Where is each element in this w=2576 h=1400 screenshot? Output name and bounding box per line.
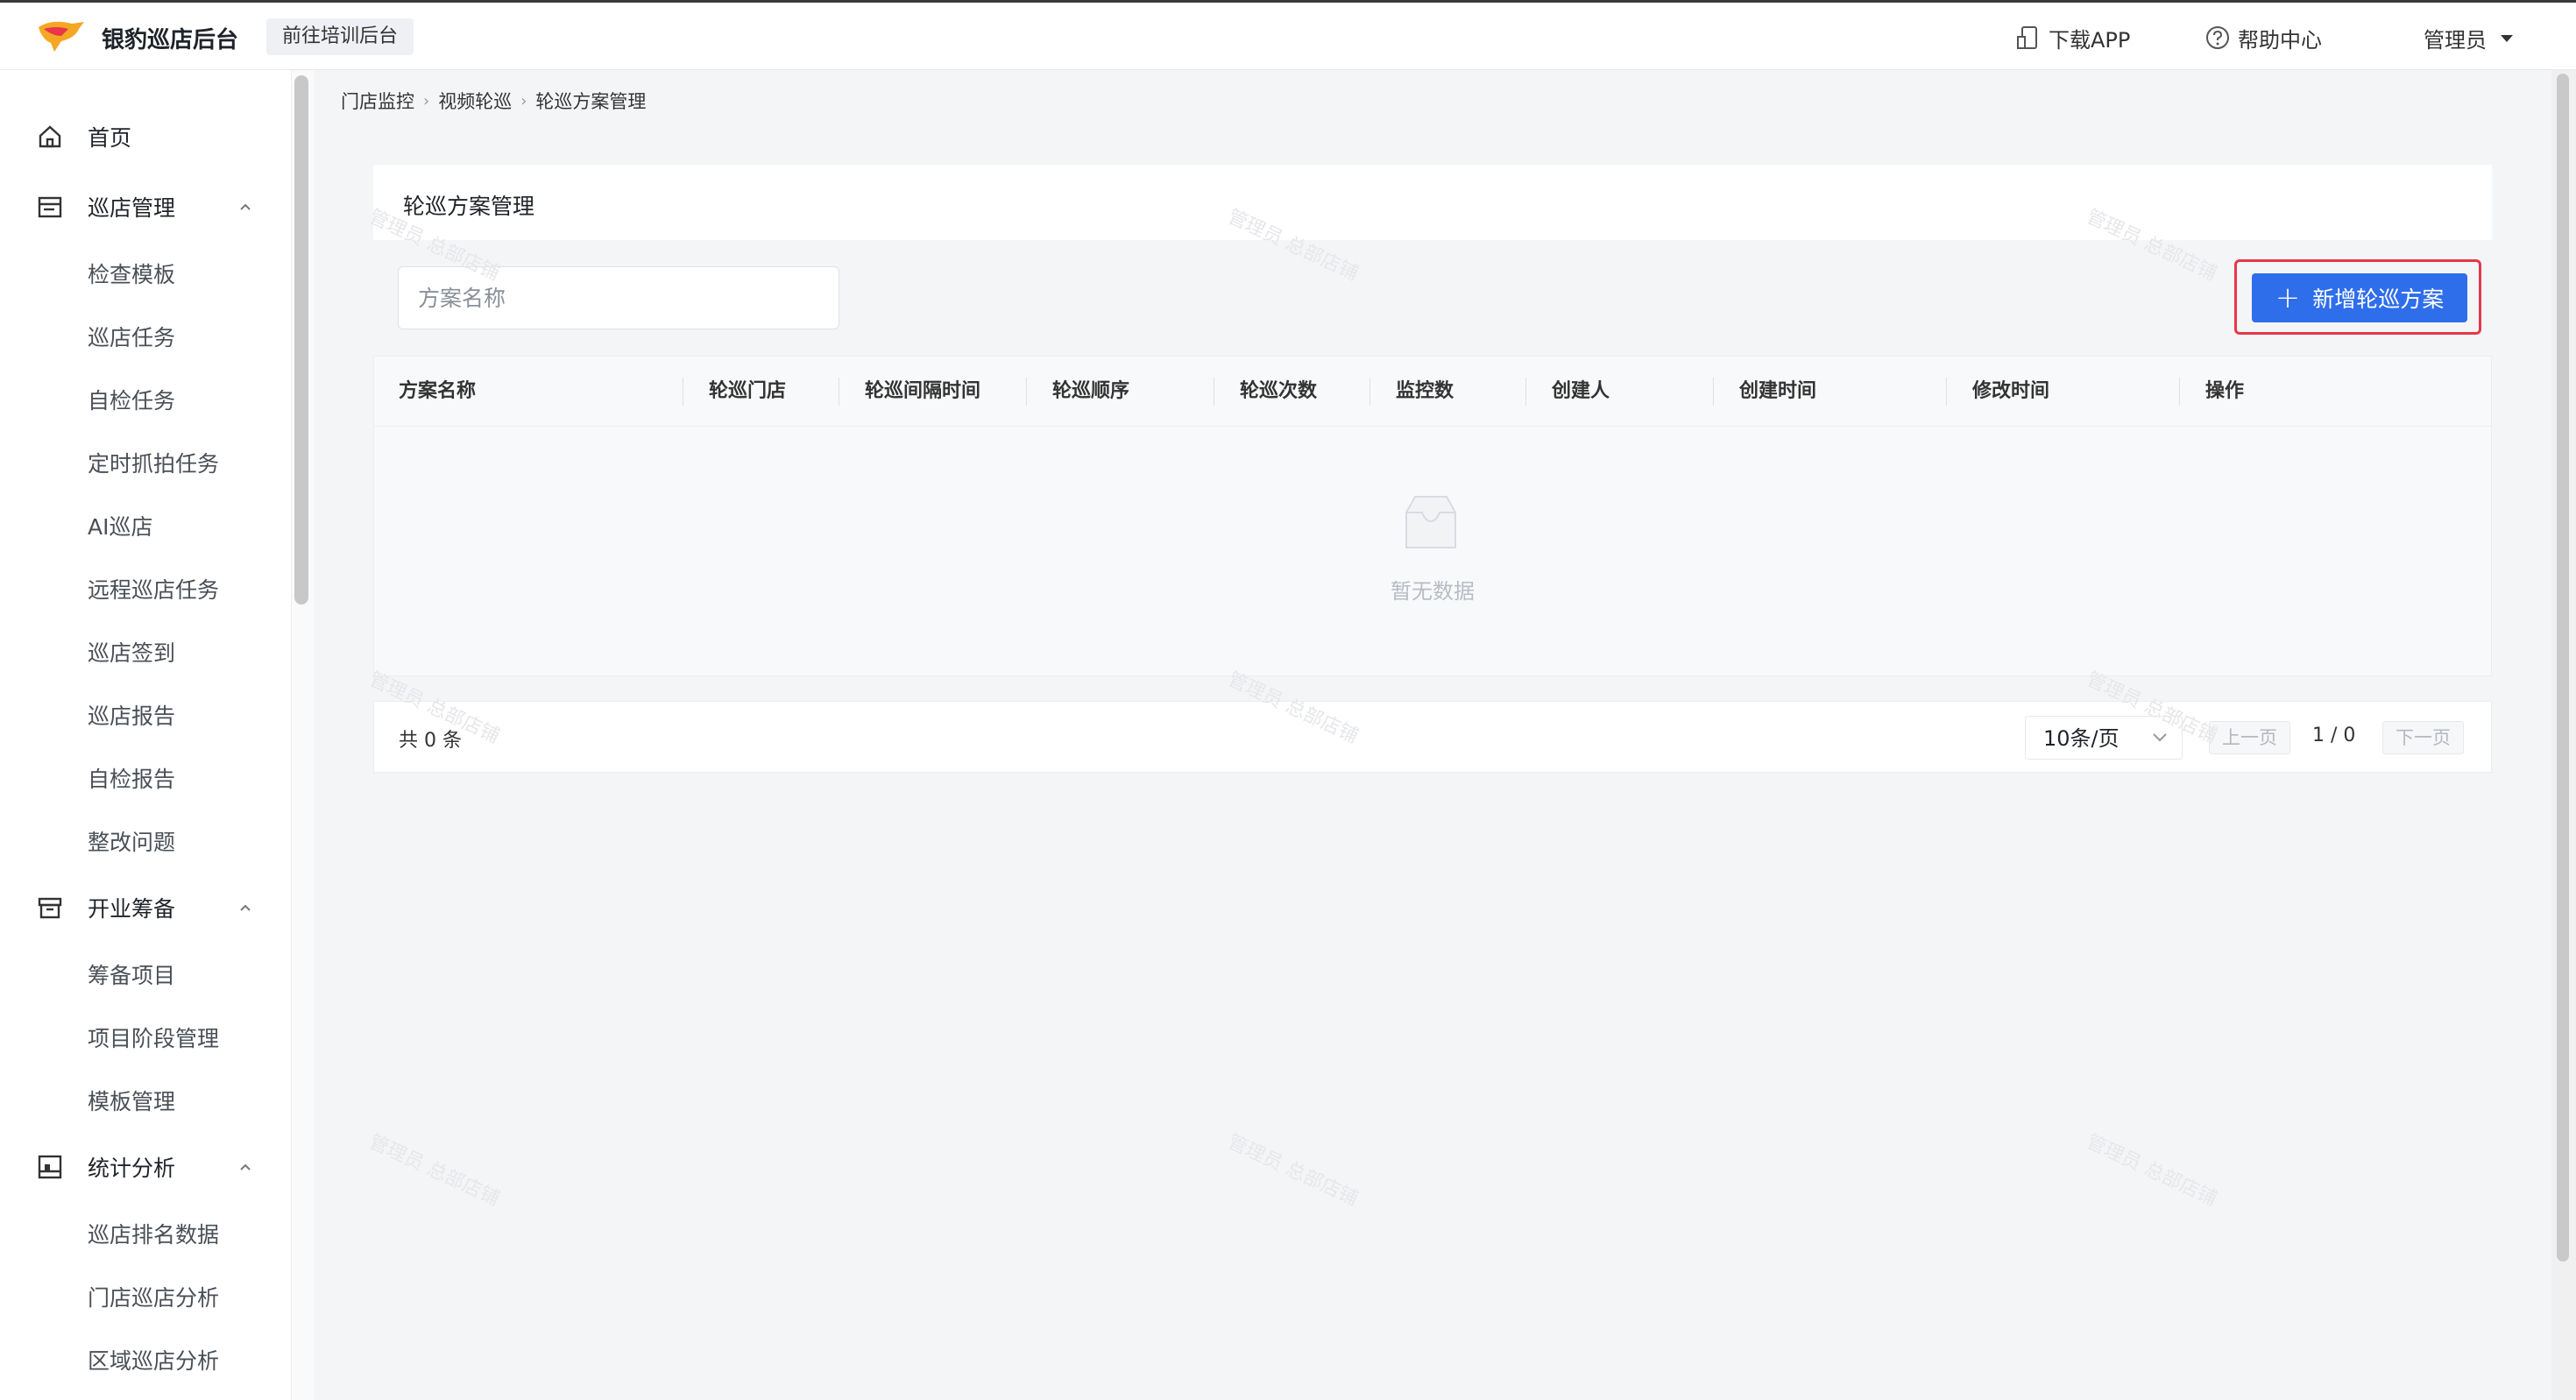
download-app-label: 下载APP: [2049, 27, 2131, 53]
column-header: 监控数: [1396, 380, 1454, 402]
chart-icon: [38, 1155, 62, 1179]
caret-down-icon: [2501, 35, 2513, 42]
prev-page-button[interactable]: 上一页: [2209, 721, 2290, 754]
user-name: 管理员: [2424, 27, 2487, 53]
column-divider: [1525, 378, 1526, 406]
sidebar-item-store-analysis[interactable]: 门店巡店分析: [88, 1281, 219, 1312]
breadcrumb-item[interactable]: 视频轮巡: [438, 88, 512, 114]
watermark: 管理员 总部店铺: [2083, 1130, 2220, 1211]
column-header: 操作: [2205, 380, 2245, 402]
sidebar-item-remote-inspection[interactable]: 远程巡店任务: [88, 573, 219, 605]
pagination-bar: 共 0 条 10条/页 上一页 1 / 0 下一页: [373, 701, 2492, 773]
sidebar-item-prep-project[interactable]: 筹备项目: [88, 958, 175, 990]
table-header: 方案名称 轮巡门店 轮巡间隔时间 轮巡顺序 轮巡次数 监控数 创建人 创建时间 …: [374, 357, 2491, 427]
page-title-bar: 轮巡方案管理: [373, 165, 2492, 240]
sidebar-item-self-check-task[interactable]: 自检任务: [88, 384, 175, 415]
question-circle-icon: [2206, 26, 2229, 49]
sidebar-group-analytics[interactable]: 统计分析: [0, 1141, 291, 1193]
sidebar-group-store-inspection[interactable]: 巡店管理: [0, 180, 291, 233]
sidebar-item-home[interactable]: 首页: [0, 110, 291, 163]
leopard-logo-icon[interactable]: [35, 17, 88, 57]
help-center-label: 帮助中心: [2238, 27, 2322, 53]
watermark: 管理员 总部店铺: [1224, 1130, 1362, 1211]
column-divider: [1026, 378, 1027, 406]
breadcrumb-item-current: 轮巡方案管理: [535, 91, 647, 112]
sidebar-item-template-management[interactable]: 模板管理: [88, 1085, 175, 1116]
column-header: 创建人: [1552, 380, 1610, 402]
breadcrumb-separator-icon: ›: [423, 91, 430, 110]
column-header: 轮巡次数: [1240, 380, 1318, 402]
sidebar-item-inspection-task[interactable]: 巡店任务: [88, 321, 175, 352]
sidebar-item-scheduled-capture[interactable]: 定时抓拍任务: [88, 447, 219, 478]
page-indicator: 1 / 0: [2312, 725, 2356, 746]
chevron-up-icon: [240, 1163, 251, 1170]
chevron-down-icon: [2153, 733, 2167, 742]
training-backend-button[interactable]: 前往培训后台: [266, 18, 414, 55]
next-page-button[interactable]: 下一页: [2382, 721, 2464, 754]
page-scrollbar-thumb[interactable]: [2557, 74, 2569, 1262]
page-size-value: 10条/页: [2043, 726, 2120, 751]
help-center-link[interactable]: 帮助中心: [2204, 20, 2322, 55]
download-app-link[interactable]: 下载APP: [2015, 20, 2130, 55]
sidebar-item-label: 首页: [88, 125, 132, 151]
add-patrol-plan-button[interactable]: + 新增轮巡方案: [2252, 273, 2467, 322]
column-header: 轮巡间隔时间: [865, 380, 981, 402]
column-divider: [1369, 378, 1370, 406]
watermark: 管理员 总部店铺: [365, 1130, 503, 1211]
sidebar-item-stage-management[interactable]: 项目阶段管理: [88, 1022, 219, 1053]
calendar-icon: [38, 196, 62, 218]
column-divider: [2179, 378, 2180, 406]
sidebar-item-ranking-data[interactable]: 巡店排名数据: [88, 1218, 219, 1249]
sidebar-item-label: 开业筹备: [88, 896, 176, 922]
archive-icon: [38, 897, 62, 919]
sidebar-item-ai-inspection[interactable]: AI巡店: [88, 510, 152, 541]
breadcrumb-separator-icon: ›: [520, 91, 527, 110]
app-title: 银豹巡店后台: [102, 27, 239, 53]
patrol-plan-table: 方案名称 轮巡门店 轮巡间隔时间 轮巡顺序 轮巡次数 监控数 创建人 创建时间 …: [373, 356, 2492, 676]
sidebar: 首页 巡店管理 检查模板 巡店任务 自检任务 定时抓拍任务 AI巡店 远程巡店任…: [0, 70, 291, 1400]
total-count: 共 0 条: [399, 730, 462, 752]
breadcrumb-item[interactable]: 门店监控: [341, 88, 414, 114]
plus-icon: +: [2275, 280, 2301, 315]
sidebar-item-region-analysis[interactable]: 区域巡店分析: [88, 1344, 219, 1375]
sidebar-item-rectification[interactable]: 整改问题: [88, 825, 175, 857]
sidebar-group-opening-prep[interactable]: 开业筹备: [0, 881, 291, 934]
column-header: 轮巡门店: [709, 380, 787, 402]
page-title: 轮巡方案管理: [403, 194, 535, 219]
sidebar-item-inspection-signin[interactable]: 巡店签到: [88, 636, 175, 668]
top-bar: 银豹巡店后台 前往培训后台 下载APP 帮助中心 管理员: [0, 0, 2576, 70]
home-icon: [39, 125, 61, 148]
chevron-up-icon: [240, 203, 251, 210]
sidebar-item-check-template[interactable]: 检查模板: [88, 258, 175, 289]
sidebar-item-self-check-report[interactable]: 自检报告: [88, 762, 175, 794]
empty-inbox-icon: [1405, 496, 1456, 548]
mobile-download-icon: [2017, 26, 2037, 49]
column-header: 方案名称: [399, 380, 477, 402]
sidebar-item-label: 巡店管理: [88, 195, 176, 221]
add-button-label: 新增轮巡方案: [2312, 286, 2445, 312]
chevron-up-icon: [240, 904, 251, 911]
user-menu[interactable]: 管理员: [2424, 20, 2525, 55]
breadcrumb: 门店监控 › 视频轮巡 › 轮巡方案管理: [341, 88, 646, 114]
column-header: 轮巡顺序: [1052, 380, 1130, 402]
column-header: 修改时间: [1972, 380, 2050, 402]
column-header: 创建时间: [1739, 380, 1817, 402]
sidebar-scrollbar-thumb[interactable]: [294, 75, 308, 605]
column-divider: [1946, 378, 1947, 406]
page-size-select[interactable]: 10条/页: [2025, 716, 2183, 760]
column-divider: [1713, 378, 1714, 406]
empty-state-text: 暂无数据: [1391, 579, 1475, 604]
sidebar-item-inspection-report[interactable]: 巡店报告: [88, 699, 175, 731]
plan-name-search-input[interactable]: [398, 266, 839, 329]
sidebar-item-label: 统计分析: [88, 1156, 176, 1181]
